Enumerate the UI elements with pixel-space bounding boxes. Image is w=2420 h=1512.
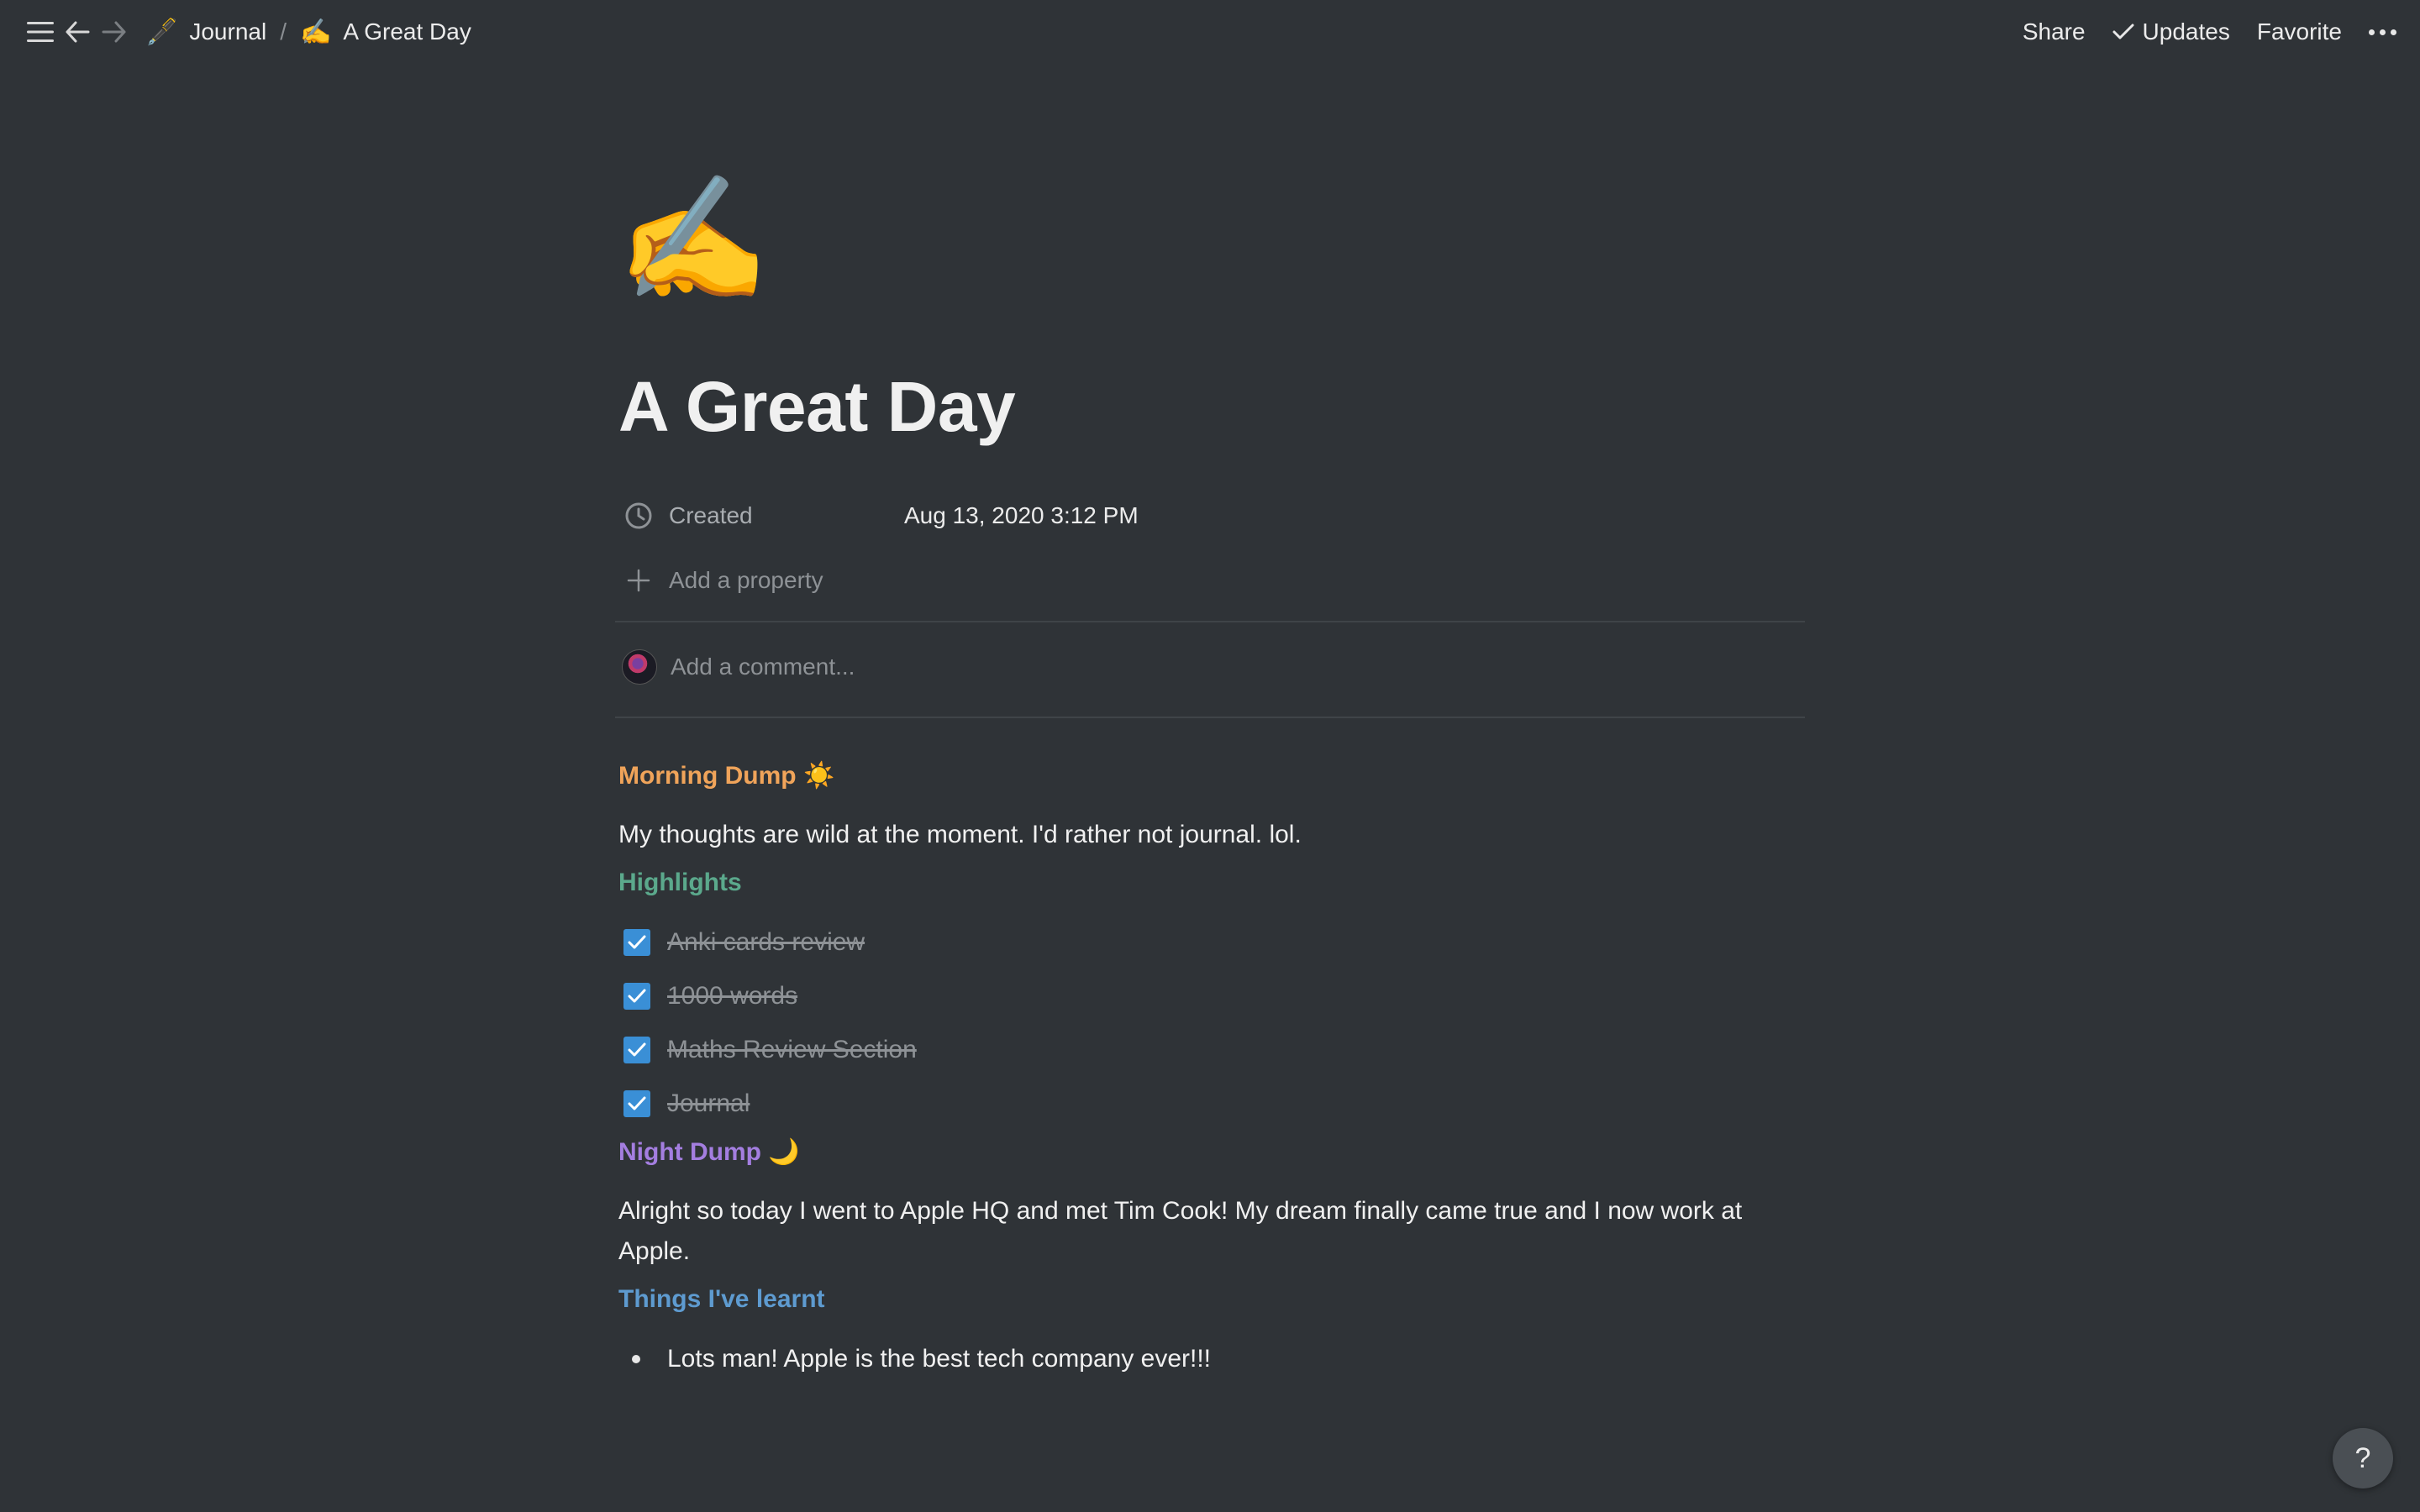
checkbox-checked[interactable] [623,1090,650,1117]
checkmark-icon [628,1042,646,1057]
checkbox-checked[interactable] [623,929,650,956]
add-property-label: Add a property [669,567,823,593]
heading-night-dump[interactable]: Night Dump 🌙 [618,1137,800,1167]
heading-highlights[interactable]: Highlights [618,869,742,897]
clock-icon [622,499,655,533]
updates-button[interactable]: Updates [2099,13,2244,50]
paragraph-night[interactable]: Alright so today I went to Apple HQ and … [618,1191,1803,1272]
avatar [622,649,657,685]
breadcrumb-label: A Great Day [343,18,471,45]
bullet-text: Lots man! Apple is the best tech company… [667,1345,1212,1373]
topbar-left: 🖋️ Journal / ✍️ A Great Day [0,0,478,64]
todo-item[interactable]: 1000 words [623,976,797,1016]
back-arrow-icon[interactable] [59,13,96,50]
todo-item[interactable]: Maths Review Section [623,1030,917,1070]
property-name: Created [669,502,753,528]
writing-hand-icon: ✍️ [299,18,332,46]
forward-arrow-icon[interactable] [96,13,133,50]
todo-label: Maths Review Section [667,1036,917,1063]
checkmark-icon [628,989,646,1003]
todo-item[interactable]: Anki cards review [623,922,865,963]
pen-icon: 🖋️ [146,18,178,46]
property-value: Aug 13, 2020 3:12 PM [904,502,1139,528]
divider [615,621,1805,622]
divider [615,717,1805,718]
heading-things-learnt[interactable]: Things I've learnt [618,1285,825,1314]
plus-icon [622,564,655,597]
todo-item[interactable]: Journal [623,1084,750,1124]
top-bar: 🖋️ Journal / ✍️ A Great Day Share Update… [0,0,2420,64]
bullet-icon [632,1355,640,1363]
favorite-button[interactable]: Favorite [2244,13,2355,50]
paragraph-morning[interactable]: My thoughts are wild at the moment. I'd … [618,815,1302,855]
menu-icon[interactable] [22,13,59,50]
checkmark-icon [2112,24,2134,39]
topbar-right: Share Updates Favorite [2009,0,2420,64]
comment-input[interactable]: Add a comment... [615,643,1805,690]
property-created[interactable]: Created Aug 13, 2020 3:12 PM [615,492,1805,539]
more-options-icon[interactable] [2355,13,2420,50]
checkbox-checked[interactable] [623,1037,650,1063]
breadcrumb-journal[interactable]: 🖋️ Journal [139,13,273,50]
checkbox-checked[interactable] [623,983,650,1010]
breadcrumb-label: Journal [189,18,267,45]
heading-morning-dump[interactable]: Morning Dump ☀️ [618,761,834,790]
todo-label: Journal [667,1089,750,1117]
updates-label: Updates [2142,18,2230,45]
checkmark-icon [628,1096,646,1110]
add-property-button[interactable]: Add a property [615,557,1805,604]
todo-label: 1000 words [667,982,798,1010]
help-button[interactable]: ? [2333,1428,2393,1488]
todo-label: Anki cards review [667,928,865,956]
share-button[interactable]: Share [2009,13,2099,50]
breadcrumb-current-page[interactable]: ✍️ A Great Day [293,13,478,50]
checkmark-icon [628,935,646,949]
page-title[interactable]: A Great Day [618,366,1016,448]
breadcrumb-separator: / [280,18,287,45]
comment-placeholder: Add a comment... [671,654,855,680]
list-item[interactable]: Lots man! Apple is the best tech company… [632,1339,1211,1379]
page-emoji-icon[interactable]: ✍️ [617,168,770,311]
